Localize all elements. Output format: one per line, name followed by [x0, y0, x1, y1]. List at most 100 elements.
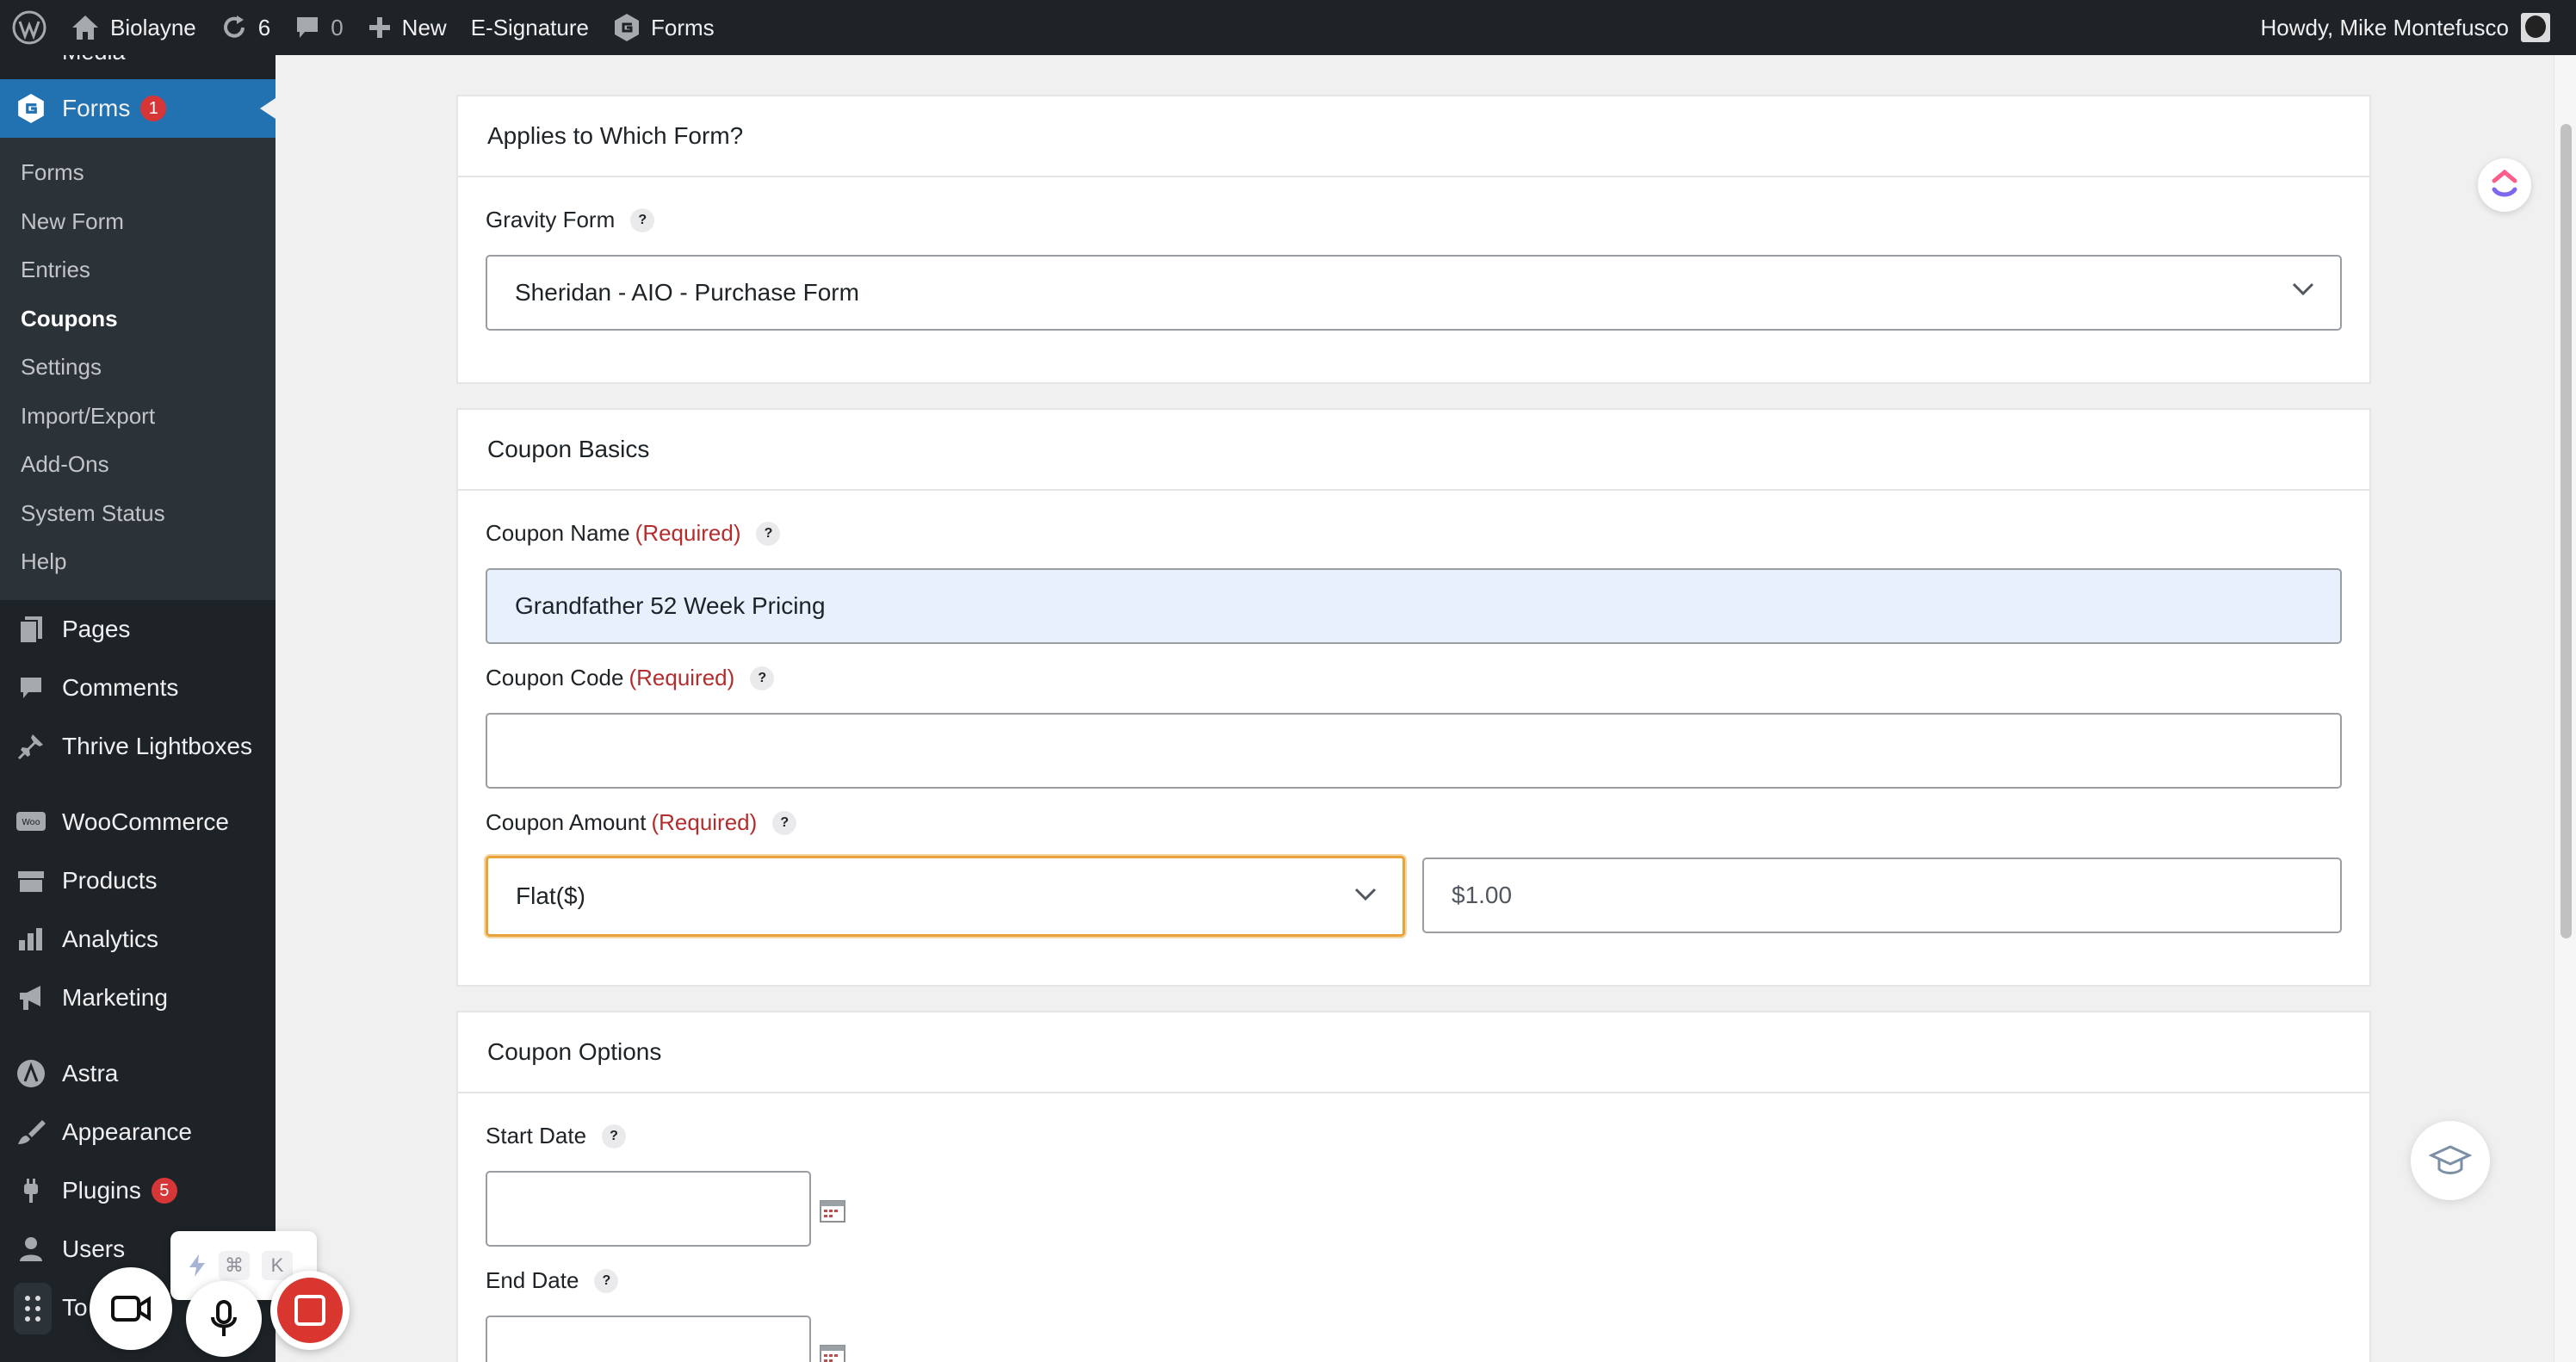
menu-marketing-label: Marketing	[62, 983, 168, 1011]
start-date-input[interactable]	[486, 1171, 811, 1247]
chevron-down-icon	[1354, 888, 1377, 901]
pages-icon	[15, 614, 46, 645]
stop-square-icon	[294, 1295, 325, 1326]
menu-astra-label: Astra	[62, 1059, 119, 1087]
menu-item-thrive-lightboxes[interactable]: Thrive Lightboxes	[0, 717, 276, 776]
clickup-button[interactable]	[2478, 158, 2531, 212]
gravity-form-select[interactable]: Sheridan - AIO - Purchase Form	[486, 255, 2342, 331]
gravity-form-value: Sheridan - AIO - Purchase Form	[515, 279, 859, 306]
new-label: New	[401, 14, 447, 40]
coupon-amount-help-icon[interactable]: ?	[772, 810, 797, 835]
admin-bar: Biolayne 6 0 New E-Signature Forms Howdy…	[0, 0, 2576, 55]
menu-tools-label: To	[62, 1293, 88, 1321]
products-icon	[15, 865, 46, 896]
end-date-input[interactable]	[486, 1316, 811, 1362]
record-button[interactable]	[270, 1271, 350, 1350]
avatar	[2521, 13, 2550, 42]
chevron-down-icon	[2292, 282, 2314, 296]
coupon-name-label-row: Coupon Name (Required) ?	[486, 520, 781, 547]
comments-count: 0	[331, 14, 344, 40]
applies-to-form-box: Applies to Which Form? Gravity Form ? Sh…	[456, 95, 2371, 384]
menu-analytics-label: Analytics	[62, 925, 159, 952]
admin-sidebar: Media Forms 1 Forms New Form Entries Cou…	[0, 55, 276, 1362]
comments-link[interactable]: 0	[282, 0, 355, 55]
start-date-help-icon[interactable]: ?	[602, 1124, 627, 1148]
menu-item-plugins[interactable]: Plugins 5	[0, 1161, 276, 1220]
submenu-entries[interactable]: Entries	[0, 245, 276, 294]
submenu-new-form[interactable]: New Form	[0, 197, 276, 246]
page-scrollbar[interactable]	[2554, 55, 2576, 1362]
menu-item-products[interactable]: Products	[0, 851, 276, 910]
coupon-amount-label-row: Coupon Amount (Required) ?	[486, 809, 797, 836]
coupon-name-value: Grandfather 52 Week Pricing	[515, 592, 826, 619]
plugins-badge: 5	[151, 1177, 177, 1204]
microphone-toggle-button[interactable]	[186, 1281, 262, 1357]
camera-toggle-button[interactable]	[90, 1267, 172, 1350]
forms-submenu: Forms New Form Entries Coupons Settings …	[0, 138, 276, 600]
cmd-key: ⌘	[219, 1251, 250, 1280]
graduation-cap-icon	[2429, 1145, 2472, 1174]
submenu-add-ons[interactable]: Add-Ons	[0, 440, 276, 489]
gravity-forms-icon	[15, 93, 46, 124]
submenu-settings[interactable]: Settings	[0, 343, 276, 392]
coupon-amount-input[interactable]: $1.00	[1422, 857, 2342, 933]
coupon-name-input[interactable]: Grandfather 52 Week Pricing	[486, 568, 2342, 644]
submenu-help[interactable]: Help	[0, 537, 276, 586]
end-date-label: End Date	[486, 1267, 579, 1293]
coupon-name-label: Coupon Name	[486, 520, 630, 546]
menu-media-label: Media	[62, 55, 126, 65]
updates-count: 6	[257, 14, 271, 40]
comments-icon	[15, 672, 46, 703]
menu-item-astra[interactable]: Astra	[0, 1044, 276, 1103]
coupon-code-label-row: Coupon Code (Required) ?	[486, 665, 775, 691]
menu-item-forms[interactable]: Forms 1	[0, 79, 276, 138]
new-content-link[interactable]: New	[356, 0, 459, 55]
user-icon	[15, 1234, 46, 1265]
updates-icon	[223, 15, 245, 38]
analytics-bar-chart-icon	[15, 924, 46, 955]
required-marker: (Required)	[651, 809, 758, 835]
scrollbar-thumb[interactable]	[2561, 124, 2572, 938]
menu-item-marketing[interactable]: Marketing	[0, 969, 276, 1027]
menu-item-appearance[interactable]: Appearance	[0, 1103, 276, 1161]
menu-item-media-partial[interactable]: Media	[0, 55, 276, 79]
updates-link[interactable]: 6	[208, 0, 282, 55]
site-name-link[interactable]: Biolayne	[59, 0, 208, 55]
coupon-options-title: Coupon Options	[458, 1012, 2369, 1093]
menu-thrive-label: Thrive Lightboxes	[62, 732, 253, 759]
coupon-code-input[interactable]	[486, 713, 2342, 789]
menu-item-comments[interactable]: Comments	[0, 659, 276, 717]
menu-products-label: Products	[62, 866, 158, 894]
menu-item-analytics[interactable]: Analytics	[0, 910, 276, 969]
calendar-icon[interactable]	[820, 1200, 845, 1223]
coupon-amount-type-select[interactable]: Flat($)	[486, 856, 1405, 937]
menu-item-pages[interactable]: Pages	[0, 600, 276, 659]
calendar-icon[interactable]	[820, 1345, 845, 1362]
wordpress-logo-button[interactable]	[0, 0, 59, 55]
submenu-import-export[interactable]: Import/Export	[0, 392, 276, 441]
submenu-system-status[interactable]: System Status	[0, 489, 276, 538]
drag-handle[interactable]	[14, 1283, 52, 1334]
gravity-form-help-icon[interactable]: ?	[630, 207, 655, 232]
forms-link[interactable]: Forms	[601, 0, 727, 55]
video-camera-icon	[111, 1296, 151, 1322]
home-icon	[72, 15, 98, 40]
gravity-forms-icon	[615, 14, 639, 41]
gravity-form-label-row: Gravity Form ?	[486, 207, 655, 233]
end-date-help-icon[interactable]: ?	[594, 1268, 619, 1293]
submenu-coupons[interactable]: Coupons	[0, 294, 276, 344]
menu-item-woocommerce[interactable]: Woo WooCommerce	[0, 793, 276, 851]
coupon-code-help-icon[interactable]: ?	[750, 666, 775, 690]
gravity-form-label: Gravity Form	[486, 207, 616, 232]
start-date-label: Start Date	[486, 1123, 587, 1148]
menu-plugins-label: Plugins	[62, 1176, 141, 1204]
submenu-forms[interactable]: Forms	[0, 148, 276, 197]
my-account[interactable]: Howdy, Mike Montefusco	[2260, 0, 2550, 55]
coupon-name-help-icon[interactable]: ?	[756, 521, 781, 546]
coupon-amount-label: Coupon Amount	[486, 809, 647, 835]
greeting: Howdy, Mike Montefusco	[2260, 14, 2509, 40]
svg-text:Woo: Woo	[22, 818, 40, 827]
coupon-options-box: Coupon Options Start Date ? End Date ?	[456, 1011, 2371, 1362]
academy-button[interactable]	[2411, 1121, 2490, 1200]
esignature-link[interactable]: E-Signature	[459, 0, 601, 55]
